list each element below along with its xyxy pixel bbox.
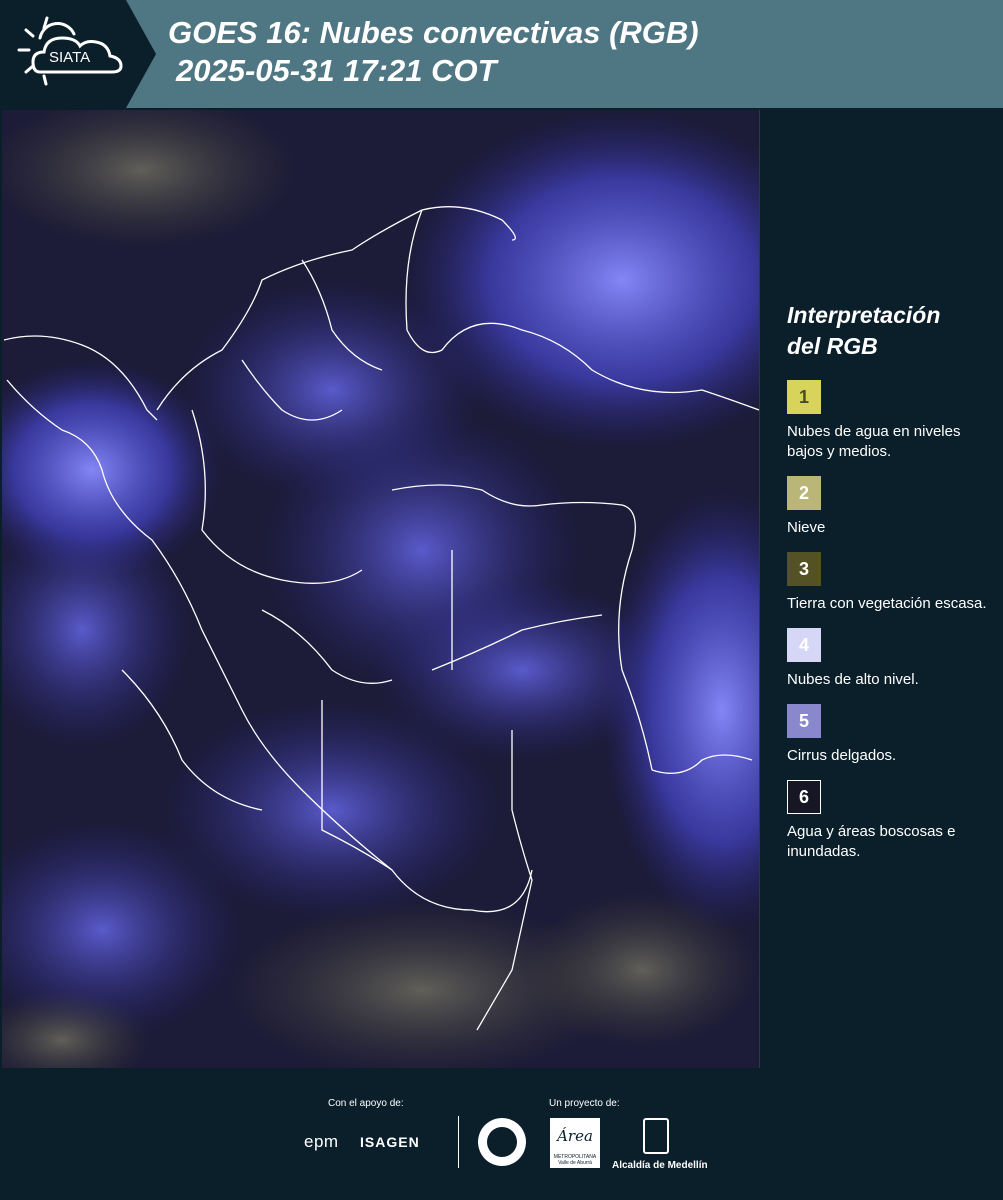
page-title: GOES 16: Nubes convectivas (RGB) 2025-05… [168, 14, 699, 90]
legend-label-2: Nieve [787, 519, 826, 536]
legend-swatch-2: 2 [787, 476, 821, 510]
logo-background: SIATA [0, 0, 156, 108]
legend-swatch-4: 4 [787, 628, 821, 662]
legend-swatch-3: 3 [787, 552, 821, 586]
legend-swatch-5: 5 [787, 704, 821, 738]
area-metropolitana-logo: Área METROPOLITANA Valle de Aburrá [550, 1118, 600, 1168]
satellite-map[interactable] [2, 110, 760, 1070]
legend-title-line-2: del RGB [787, 333, 878, 359]
footer: Con el apoyo de: Un proyecto de: epm ISA… [0, 1068, 1003, 1200]
siata-logo: SIATA [0, 0, 156, 108]
legend-title: Interpretación del RGB [787, 300, 997, 362]
title-line-2: 2025-05-31 17:21 COT [176, 53, 497, 88]
title-line-1: GOES 16: Nubes convectivas (RGB) [168, 15, 699, 50]
project-label: Un proyecto de: [549, 1098, 620, 1109]
support-label: Con el apoyo de: [328, 1098, 404, 1109]
legend-label-3: Tierra con vegetación escasa. [787, 595, 987, 612]
satellite-image [2, 110, 759, 1070]
legend-swatch-6: 6 [787, 780, 821, 814]
legend-label-5: Cirrus delgados. [787, 747, 897, 764]
legend-item-5: 5 Cirrus delgados. [787, 704, 997, 766]
legend-item-2: 2 Nieve [787, 476, 997, 538]
alcaldia-shield-icon [643, 1118, 669, 1154]
legend-item-4: 4 Nubes de alto nivel. [787, 628, 997, 690]
footer-divider [458, 1116, 459, 1168]
area-logo-text: Área [557, 1127, 593, 1145]
isagen-logo: ISAGEN [360, 1134, 420, 1150]
legend-label-1: Nubes de agua en niveles bajos y medios. [787, 423, 961, 460]
legend-item-3: 3 Tierra con vegetación escasa. [787, 552, 997, 614]
legend-item-1: 1 Nubes de agua en niveles bajos y medio… [787, 380, 997, 462]
alcaldia-label: Alcaldía de Medellín [612, 1160, 708, 1171]
legend-swatch-1: 1 [787, 380, 821, 414]
legend-item-6: 6 Agua y áreas boscosas e inundadas. [787, 780, 997, 862]
medellin-seal-icon [478, 1118, 526, 1166]
legend-label-6: Agua y áreas boscosas e inundadas. [787, 823, 956, 860]
epm-logo: epm [304, 1132, 339, 1151]
legend-title-line-1: Interpretación [787, 302, 941, 328]
legend: Interpretación del RGB 1 Nubes de agua e… [787, 300, 997, 876]
header: SIATA GOES 16: Nubes convectivas (RGB) 2… [0, 0, 1003, 108]
logo-text: SIATA [49, 49, 90, 66]
legend-label-4: Nubes de alto nivel. [787, 671, 919, 688]
area-logo-subtitle: METROPOLITANA Valle de Aburrá [553, 1154, 597, 1166]
